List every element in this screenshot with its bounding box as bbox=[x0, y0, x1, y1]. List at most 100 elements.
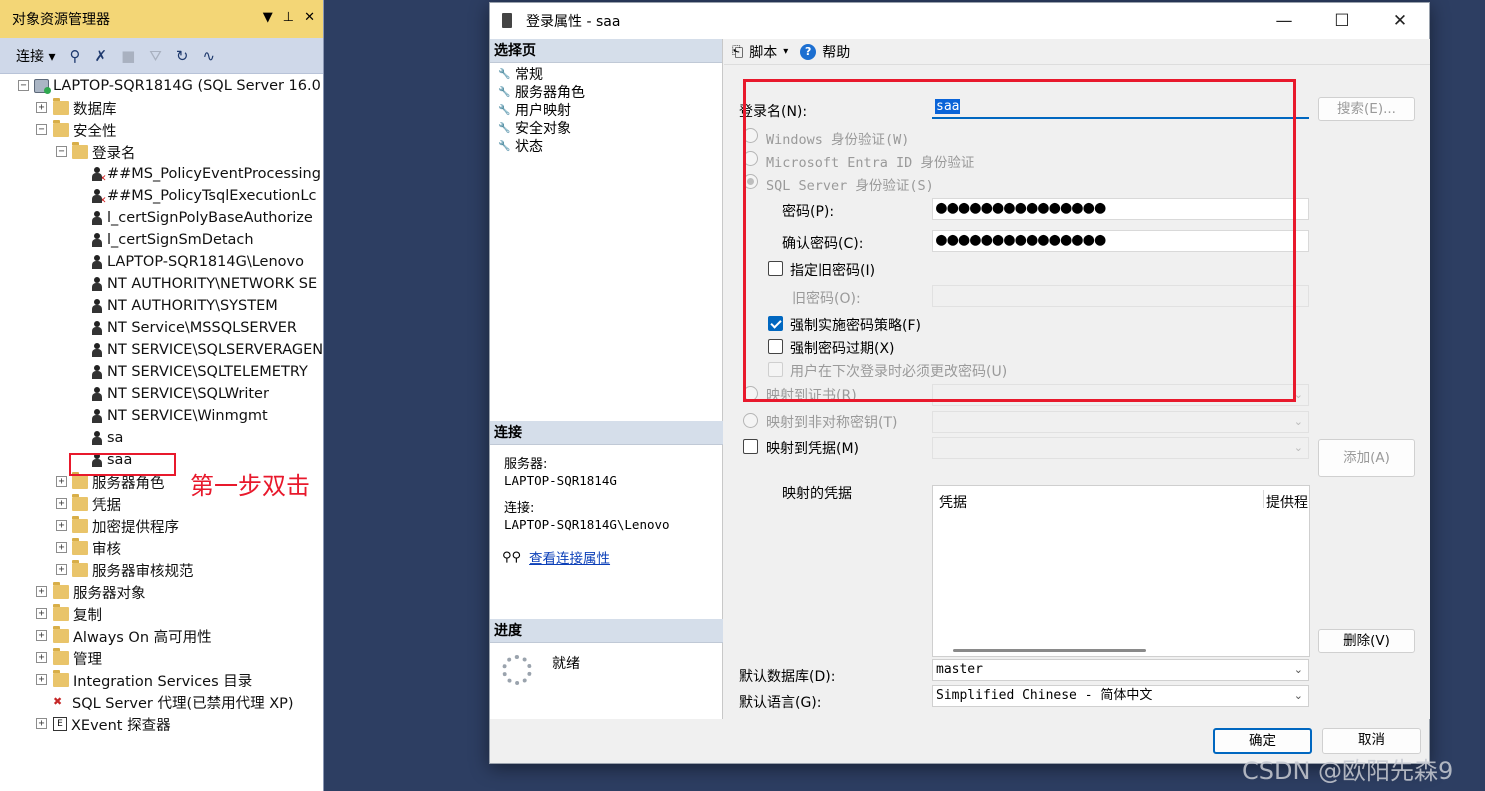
select-page-item[interactable]: 🔧 用户映射 bbox=[490, 101, 722, 119]
tree-node[interactable]: NT SERVICE\SQLTELEMETRY bbox=[91, 361, 308, 383]
expand-icon[interactable]: + bbox=[56, 542, 67, 553]
view-connection-properties-link[interactable]: 查看连接属性 bbox=[529, 547, 610, 567]
asymmetric-key-combo[interactable]: ⌄ bbox=[932, 411, 1309, 433]
server-label: 服务器: bbox=[504, 457, 548, 472]
folder-icon bbox=[53, 670, 69, 687]
tree-node[interactable]: + E XEvent 探查器 bbox=[36, 713, 171, 735]
expand-icon[interactable]: + bbox=[56, 498, 67, 509]
map-asymmetric-key-radio[interactable] bbox=[743, 413, 758, 428]
server-icon bbox=[34, 79, 51, 94]
select-page-item[interactable]: 🔧 安全对象 bbox=[490, 119, 722, 137]
refresh-icon[interactable]: ↻ bbox=[176, 47, 189, 65]
grid-horizontal-scrollbar[interactable] bbox=[953, 649, 1146, 652]
map-credential-checkbox[interactable] bbox=[743, 439, 758, 454]
folder-icon bbox=[72, 538, 88, 555]
select-page-item[interactable]: 🔧 状态 bbox=[490, 137, 722, 155]
tree-node[interactable]: − LAPTOP-SQR1814G (SQL Server 16.0 bbox=[18, 75, 321, 97]
collapse-icon[interactable]: − bbox=[36, 124, 47, 135]
connection-value: LAPTOP-SQR1814G\Lenovo bbox=[504, 517, 670, 532]
folder-icon bbox=[53, 120, 69, 137]
tree-node[interactable]: + 复制 bbox=[36, 603, 102, 625]
expand-icon[interactable]: + bbox=[36, 718, 47, 729]
tree-node-label: NT SERVICE\SQLTELEMETRY bbox=[107, 364, 308, 380]
default-language-value: Simplified Chinese - 简体中文 bbox=[936, 688, 1153, 703]
default-language-combo[interactable]: Simplified Chinese - 简体中文 ⌄ bbox=[932, 685, 1309, 707]
expand-icon[interactable]: + bbox=[36, 630, 47, 641]
expand-icon[interactable]: + bbox=[56, 476, 67, 487]
script-button[interactable]: 脚本 bbox=[749, 42, 777, 62]
activity-monitor-icon[interactable]: ∿ bbox=[202, 47, 215, 65]
tree-node[interactable]: − 安全性 bbox=[36, 119, 117, 141]
close-button[interactable]: ✕ bbox=[1371, 3, 1429, 39]
user-icon bbox=[91, 277, 103, 291]
script-dropdown-icon[interactable]: ▾ bbox=[783, 46, 788, 57]
credential-combo[interactable]: ⌄ bbox=[932, 437, 1309, 459]
maximize-button[interactable]: ☐ bbox=[1313, 3, 1371, 39]
tree-node[interactable]: + 审核 bbox=[56, 537, 121, 559]
folder-icon bbox=[72, 560, 88, 577]
expand-icon[interactable]: + bbox=[36, 102, 47, 113]
remove-button[interactable]: 删除(V) bbox=[1318, 629, 1415, 653]
disconnect-plug-icon[interactable]: ✗ bbox=[94, 47, 107, 65]
dialog-app-icon bbox=[502, 13, 512, 28]
stop-icon[interactable]: ■ bbox=[121, 47, 135, 65]
tree-node[interactable]: l_certSignPolyBaseAuthorize bbox=[91, 207, 313, 229]
filter-icon[interactable]: ⛛ bbox=[149, 47, 162, 65]
progress-spinner-icon bbox=[502, 655, 532, 685]
expand-icon[interactable]: + bbox=[36, 652, 47, 663]
tree-node[interactable]: + 凭据 bbox=[56, 493, 121, 515]
tree-node[interactable]: ✖ SQL Server 代理(已禁用代理 XP) bbox=[53, 691, 294, 713]
object-explorer-title-buttons: ▼ ⊥ ✕ bbox=[263, 10, 315, 25]
user-icon bbox=[91, 343, 103, 357]
tree-node[interactable]: ✕ ##MS_PolicyEventProcessing bbox=[91, 163, 321, 185]
tree-node-label: ##MS_PolicyTsqlExecutionLc bbox=[107, 188, 317, 204]
tree-node[interactable]: NT SERVICE\Winmgmt bbox=[91, 405, 268, 427]
expand-icon[interactable]: + bbox=[36, 608, 47, 619]
help-button[interactable]: 帮助 bbox=[822, 42, 850, 62]
grid-header-credential: 凭据 bbox=[939, 495, 967, 511]
tree-node[interactable]: + Always On 高可用性 bbox=[36, 625, 212, 647]
collapse-icon[interactable]: − bbox=[56, 146, 67, 157]
tree-node[interactable]: LAPTOP-SQR1814G\Lenovo bbox=[91, 251, 304, 273]
expand-icon[interactable]: + bbox=[56, 564, 67, 575]
expand-icon[interactable]: + bbox=[36, 674, 47, 685]
tree-node[interactable]: + 服务器审核规范 bbox=[56, 559, 194, 581]
left-navigation-pane: 选择页 🔧 常规 🔧 服务器角色 🔧 用户映射 🔧 安全对象 🔧 状态 连接 服务器: LAPTO… bbox=[490, 39, 723, 719]
tree-node[interactable]: + 加密提供程序 bbox=[56, 515, 179, 537]
tree-node[interactable]: NT AUTHORITY\NETWORK SE bbox=[91, 273, 317, 295]
tree-node-label: 管理 bbox=[73, 651, 102, 668]
tree-node[interactable]: + Integration Services 目录 bbox=[36, 669, 252, 691]
tree-node[interactable]: ✕ ##MS_PolicyTsqlExecutionLc bbox=[91, 185, 316, 207]
expand-icon[interactable]: + bbox=[36, 586, 47, 597]
default-database-combo[interactable]: master ⌄ bbox=[932, 659, 1309, 681]
tree-node[interactable]: NT SERVICE\SQLWriter bbox=[91, 383, 269, 405]
tree-node[interactable]: + 管理 bbox=[36, 647, 102, 669]
folder-icon bbox=[53, 582, 69, 599]
collapse-icon[interactable]: − bbox=[18, 80, 29, 91]
search-button[interactable]: 搜索(E)... bbox=[1318, 97, 1415, 121]
select-page-item[interactable]: 🔧 常规 bbox=[490, 65, 722, 83]
mapped-credentials-grid[interactable]: 凭据 提供程 bbox=[932, 485, 1310, 657]
server-value: LAPTOP-SQR1814G bbox=[504, 473, 617, 488]
grid-header-separator bbox=[1263, 490, 1264, 508]
tree-node[interactable]: l_certSignSmDetach bbox=[91, 229, 254, 251]
tree-node[interactable]: + 服务器对象 bbox=[36, 581, 146, 603]
select-page-item[interactable]: 🔧 服务器角色 bbox=[490, 83, 722, 101]
tree-node[interactable]: NT SERVICE\SQLSERVERAGEN bbox=[91, 339, 323, 361]
default-database-label: 默认数据库(D): bbox=[739, 669, 836, 685]
expand-icon[interactable]: + bbox=[56, 520, 67, 531]
tree-node[interactable]: sa bbox=[91, 427, 123, 449]
tree-node[interactable]: NT Service\MSSQLSERVER bbox=[91, 317, 297, 339]
connect-plug-icon[interactable]: ⚲ bbox=[69, 47, 80, 65]
pin-icon[interactable]: ⊥ bbox=[283, 10, 294, 25]
tree-node[interactable]: + 数据库 bbox=[36, 97, 117, 119]
tree-node[interactable]: − 登录名 bbox=[56, 141, 136, 163]
minimize-button[interactable]: — bbox=[1255, 3, 1313, 39]
close-icon[interactable]: ✕ bbox=[304, 10, 315, 25]
add-button[interactable]: 添加(A) bbox=[1318, 439, 1415, 477]
dropdown-arrow-icon[interactable]: ▼ bbox=[263, 10, 273, 25]
select-page-item-label: 常规 bbox=[515, 67, 543, 83]
connect-button[interactable]: 连接 ▾ bbox=[16, 46, 55, 66]
chevron-down-icon: ⌄ bbox=[1293, 663, 1303, 676]
tree-node[interactable]: NT AUTHORITY\SYSTEM bbox=[91, 295, 278, 317]
